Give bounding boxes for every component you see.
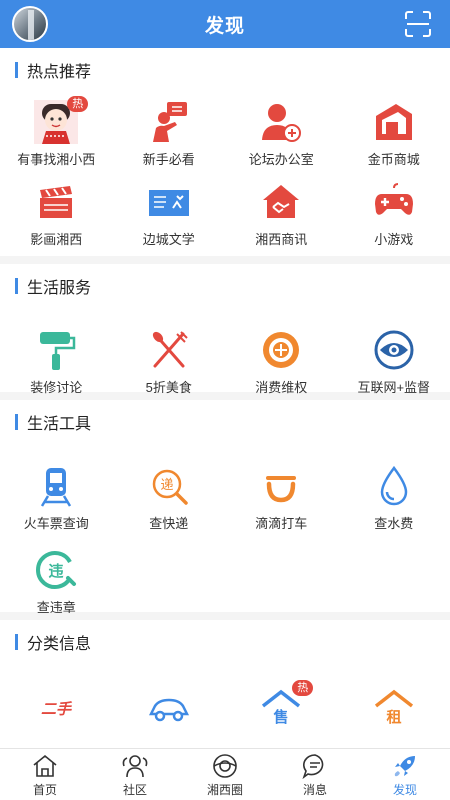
grid-item-literature[interactable]: 边城文学 <box>113 172 226 252</box>
grid-item-food-discount[interactable]: 5折美食 <box>113 308 226 395</box>
violation-icon: 违 <box>36 551 77 589</box>
car-icon <box>148 698 189 722</box>
tab-messages[interactable]: 消息 <box>270 749 360 800</box>
grid-item-label: 滴滴打车 <box>255 516 308 531</box>
tab-label: 湘西圈 <box>206 783 243 797</box>
person-message-icon <box>152 102 187 142</box>
section-life-services: 生活服务 装修讨论 5折美食 消费维权 互联网+监督 <box>0 264 450 395</box>
grid-item-house-rent[interactable]: 租 <box>338 664 450 748</box>
grid-item-traffic-violation[interactable]: 违 查违章 <box>0 528 113 615</box>
tab-label: 发现 <box>392 783 417 797</box>
grid-item-label: 消费维权 <box>255 380 308 395</box>
grid-item-consumer-rights[interactable]: 消费维权 <box>225 308 338 395</box>
grid-item-internet-supervision[interactable]: 互联网+监督 <box>338 308 450 395</box>
water-drop-icon <box>380 465 408 506</box>
grid-item-label: 论坛办公室 <box>248 152 314 167</box>
house-sale-glyph: 售 <box>274 708 289 726</box>
grid-item-label: 查快递 <box>149 516 189 531</box>
tab-label: 社区 <box>122 783 147 797</box>
grid-item-forum-office[interactable]: 论坛办公室 <box>225 92 338 172</box>
secondhand-icon: 二手 <box>41 700 73 718</box>
house-handshake-icon <box>263 185 300 218</box>
grid-item-newbie-guide[interactable]: 新手必看 <box>113 92 226 172</box>
grid-item-label: 查水费 <box>374 516 414 531</box>
grid-item-label: 新手必看 <box>142 152 195 167</box>
paint-roller-icon <box>40 332 76 370</box>
hot-badge: 热 <box>67 96 89 112</box>
grid-item-mascot[interactable]: 热 有事找湘小西 <box>0 92 113 172</box>
page-title: 发现 <box>204 15 245 37</box>
section-title: 分类信息 <box>27 636 92 653</box>
grid-item-business-news[interactable]: 湘西商讯 <box>225 172 338 252</box>
grid-item-express[interactable]: 递 查快递 <box>113 444 226 531</box>
community-icon <box>122 755 148 778</box>
grid-item-label: 查违章 <box>36 600 76 615</box>
bottom-tab-bar: 首页 社区 湘西圈 消息 发现 <box>0 748 450 800</box>
grid-item-train-tickets[interactable]: 火车票查询 <box>0 444 113 531</box>
message-icon <box>302 754 324 780</box>
grid-item-didi[interactable]: 滴滴打车 <box>225 444 338 531</box>
home-icon <box>33 754 57 777</box>
grid-item-water-bill[interactable]: 查水费 <box>338 444 450 531</box>
grid-item-label: 影画湘西 <box>30 232 83 247</box>
grid-item-label: 湘西商讯 <box>255 232 308 247</box>
grid-item-film[interactable]: 影画湘西 <box>0 172 113 252</box>
avatar[interactable] <box>12 6 48 42</box>
store-icon <box>375 104 412 140</box>
tab-home[interactable]: 首页 <box>0 749 90 800</box>
tab-label: 消息 <box>302 783 327 797</box>
consumer-rights-icon <box>263 332 300 368</box>
house-rent-glyph: 租 <box>386 708 401 726</box>
rocket-icon <box>394 756 415 777</box>
section-life-tools: 生活工具 火车票查询 递 查快递 滴滴打车 查水费 违 查违章 <box>0 400 450 615</box>
grid-item-label: 边城文学 <box>142 232 195 247</box>
discover-content[interactable]: 热点推荐 热 有事找湘小西 新手必看 论坛办公室 金币商城 影画湘西 边城文学 … <box>0 48 450 748</box>
gamepad-icon <box>374 183 413 215</box>
hot-badge: 热 <box>292 680 314 696</box>
add-user-icon <box>262 104 302 142</box>
section-header: 分类信息 <box>0 620 450 664</box>
grid-item-coin-store[interactable]: 金币商城 <box>338 92 450 172</box>
grid-item-label: 金币商城 <box>367 152 420 167</box>
grid-item-car[interactable] <box>113 664 226 748</box>
grid-item-label: 小游戏 <box>374 232 414 247</box>
section-classified-info: 分类信息 二手 售 热 租 <box>0 620 450 748</box>
house-rent-icon: 租 <box>374 689 413 726</box>
section-hot-recommend: 热点推荐 热 有事找湘小西 新手必看 论坛办公室 金币商城 影画湘西 边城文学 … <box>0 48 450 256</box>
train-icon <box>41 468 72 507</box>
grid-item-label: 5折美食 <box>145 380 192 395</box>
section-title: 生活工具 <box>27 416 92 433</box>
section-title: 热点推荐 <box>27 64 92 81</box>
section-header: 生活服务 <box>0 264 450 308</box>
grid-item-label: 有事找湘小西 <box>17 152 96 167</box>
section-header: 生活工具 <box>0 400 450 444</box>
tab-community[interactable]: 社区 <box>90 749 180 800</box>
top-bar: 发现 <box>0 0 450 48</box>
violation-glyph: 违 <box>49 562 64 580</box>
section-header: 热点推荐 <box>0 48 450 92</box>
fork-knife-icon <box>152 331 188 368</box>
scan-icon[interactable] <box>404 10 432 38</box>
grid-item-secondhand[interactable]: 二手 <box>0 664 113 748</box>
grid-item-label: 互联网+监督 <box>357 380 431 395</box>
grid-item-house-sale[interactable]: 售 热 <box>225 664 338 748</box>
express-search-icon: 递 <box>152 469 188 505</box>
tab-discover[interactable]: 发现 <box>360 749 450 800</box>
eye-icon <box>374 330 414 370</box>
didi-icon <box>266 476 297 503</box>
book-banner-icon <box>148 190 189 216</box>
secondhand-glyph: 二手 <box>41 700 73 718</box>
tab-xiangxi-circle[interactable]: 湘西圈 <box>180 749 270 800</box>
clapperboard-icon <box>40 186 73 218</box>
circle-icon <box>213 754 237 778</box>
tab-label: 首页 <box>32 783 57 797</box>
grid-item-mini-games[interactable]: 小游戏 <box>338 172 450 252</box>
grid-item-label: 装修讨论 <box>30 380 83 395</box>
grid-item-decoration[interactable]: 装修讨论 <box>0 308 113 395</box>
section-title: 生活服务 <box>27 280 92 297</box>
express-glyph: 递 <box>160 478 173 493</box>
